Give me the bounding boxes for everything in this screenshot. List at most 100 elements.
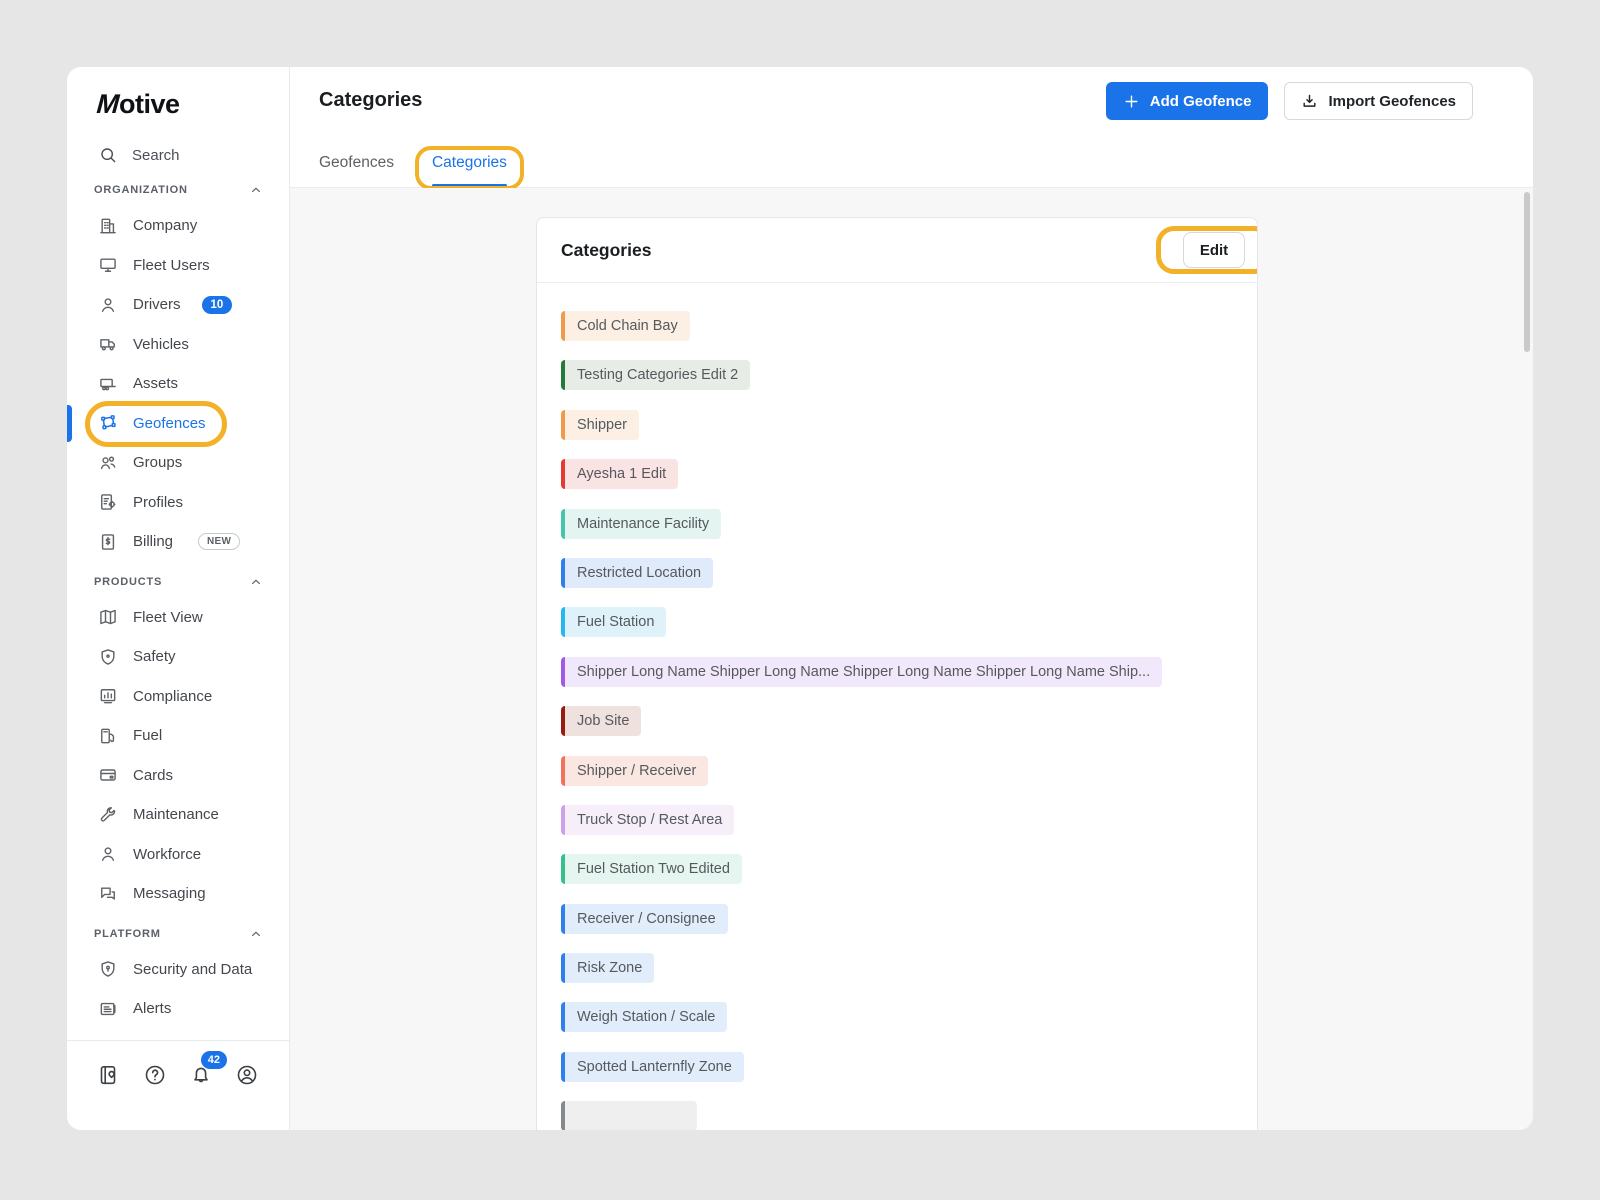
chevron-up-icon (248, 182, 264, 198)
tab-bar: Geofences Categories (319, 154, 507, 187)
sidebar-item-security-and-data[interactable]: Security and Data (67, 950, 289, 990)
category-chip[interactable]: Ayesha 1 Edit (561, 459, 678, 489)
card-header: Categories Edit (537, 218, 1257, 283)
sidebar-search[interactable]: Search (67, 140, 289, 170)
search-icon (98, 145, 118, 165)
trailer-icon (98, 374, 118, 394)
drivers-count-badge: 10 (202, 296, 233, 314)
category-chip-partial[interactable] (561, 1101, 697, 1130)
shield-icon (98, 647, 118, 667)
help-icon[interactable] (143, 1063, 167, 1087)
tab-categories[interactable]: Categories (432, 154, 507, 187)
header-actions: Add Geofence Import Geofences (1106, 82, 1473, 120)
scrollbar-thumb[interactable] (1524, 192, 1530, 352)
sidebar-item-vehicles[interactable]: Vehicles (67, 325, 289, 365)
sidebar-item-label: Safety (133, 648, 176, 665)
sidebar-nav: ORGANIZATION Company Fleet Users Drivers 10 V… (67, 170, 289, 1040)
compliance-icon (98, 686, 118, 706)
section-label: ORGANIZATION (94, 184, 188, 196)
category-chip[interactable]: Shipper (561, 410, 639, 440)
truck-icon (98, 334, 118, 354)
sidebar-item-label: Billing (133, 533, 173, 550)
sidebar-item-fleet-users[interactable]: Fleet Users (67, 246, 289, 286)
bell-icon[interactable]: 42 (189, 1063, 213, 1087)
account-icon[interactable] (235, 1063, 259, 1087)
sidebar-item-maintenance[interactable]: Maintenance (67, 795, 289, 835)
sidebar-item-label: Company (133, 217, 197, 234)
sidebar-item-workforce[interactable]: Workforce (67, 835, 289, 875)
sidebar-item-label: Vehicles (133, 336, 189, 353)
sidebar-item-label: Groups (133, 454, 182, 471)
category-chip[interactable]: Risk Zone (561, 953, 654, 983)
sidebar-footer: 42 (67, 1040, 289, 1130)
category-chip[interactable]: Shipper / Receiver (561, 756, 708, 786)
logbook-icon[interactable] (97, 1063, 121, 1087)
category-chip[interactable]: Receiver / Consignee (561, 904, 728, 934)
sidebar-item-label: Geofences (133, 415, 206, 432)
card-title: Categories (561, 240, 651, 261)
active-indicator-bar (67, 405, 72, 443)
monitor-icon (98, 255, 118, 275)
map-icon (98, 607, 118, 627)
sidebar-item-label: Profiles (133, 494, 183, 511)
sidebar-item-assets[interactable]: Assets (67, 364, 289, 404)
chevron-up-icon (248, 574, 264, 590)
sidebar-item-messaging[interactable]: Messaging (67, 874, 289, 914)
category-chip[interactable]: Testing Categories Edit 2 (561, 360, 750, 390)
categories-card: Categories Edit Cold Chain Bay Testing Ca… (536, 217, 1258, 1130)
sidebar-item-drivers[interactable]: Drivers 10 (67, 285, 289, 325)
sidebar-item-cards[interactable]: Cards (67, 756, 289, 796)
tab-geofences[interactable]: Geofences (319, 154, 394, 187)
section-label: PRODUCTS (94, 576, 162, 588)
profile-doc-icon (98, 492, 118, 512)
import-geofences-label: Import Geofences (1328, 93, 1456, 110)
sidebar-item-profiles[interactable]: Profiles (67, 483, 289, 523)
sidebar-item-label: Compliance (133, 688, 212, 705)
chevron-up-icon (248, 926, 264, 942)
category-chip[interactable]: Fuel Station Two Edited (561, 854, 742, 884)
sidebar-item-label: Fuel (133, 727, 162, 744)
active-tab-underline (432, 184, 507, 187)
search-label: Search (132, 147, 180, 164)
new-tag-badge: NEW (198, 533, 240, 550)
sidebar-item-compliance[interactable]: Compliance (67, 677, 289, 717)
sidebar-item-label: Assets (133, 375, 178, 392)
sidebar-section-header-organization[interactable]: ORGANIZATION (67, 174, 289, 206)
import-icon (1301, 93, 1318, 110)
category-chip[interactable]: Truck Stop / Rest Area (561, 805, 734, 835)
building-icon (98, 216, 118, 236)
category-chip[interactable]: Shipper Long Name Shipper Long Name Ship… (561, 657, 1162, 687)
sidebar-item-label: Drivers (133, 296, 181, 313)
plus-icon (1123, 93, 1140, 110)
sidebar-item-fuel[interactable]: Fuel (67, 716, 289, 756)
sidebar-item-label: Cards (133, 767, 173, 784)
newspaper-icon (98, 999, 118, 1019)
sidebar-section-header-platform[interactable]: PLATFORM (67, 918, 289, 950)
section-label: PLATFORM (94, 928, 161, 940)
sidebar-item-alerts[interactable]: Alerts (67, 989, 289, 1029)
app-window: Motive Search ORGANIZATIONCompanyFleet U… (67, 67, 1533, 1130)
person-icon (98, 844, 118, 864)
sidebar: Motive Search ORGANIZATIONCompanyFleet U… (67, 67, 290, 1130)
import-geofences-button[interactable]: Import Geofences (1284, 82, 1473, 120)
sidebar-section-header-products[interactable]: PRODUCTS (67, 566, 289, 598)
sidebar-item-label: Messaging (133, 885, 206, 902)
category-chip[interactable]: Weigh Station / Scale (561, 1002, 727, 1032)
sidebar-item-safety[interactable]: Safety (67, 637, 289, 677)
add-geofence-button[interactable]: Add Geofence (1106, 82, 1269, 120)
sidebar-item-groups[interactable]: Groups (67, 443, 289, 483)
sidebar-item-fleet-view[interactable]: Fleet View (67, 598, 289, 638)
category-chip[interactable]: Spotted Lanternfly Zone (561, 1052, 744, 1082)
sidebar-item-billing[interactable]: Billing NEW (67, 522, 289, 562)
sidebar-item-company[interactable]: Company (67, 206, 289, 246)
sidebar-item-geofences[interactable]: Geofences (67, 404, 289, 444)
category-chip[interactable]: Restricted Location (561, 558, 713, 588)
edit-button[interactable]: Edit (1183, 232, 1245, 268)
category-chip[interactable]: Job Site (561, 706, 641, 736)
geofence-icon (98, 413, 118, 433)
category-chip[interactable]: Cold Chain Bay (561, 311, 690, 341)
category-chip[interactable]: Maintenance Facility (561, 509, 721, 539)
logo-rest: otive (119, 89, 180, 119)
category-chip[interactable]: Fuel Station (561, 607, 666, 637)
sidebar-item-label: Workforce (133, 846, 201, 863)
